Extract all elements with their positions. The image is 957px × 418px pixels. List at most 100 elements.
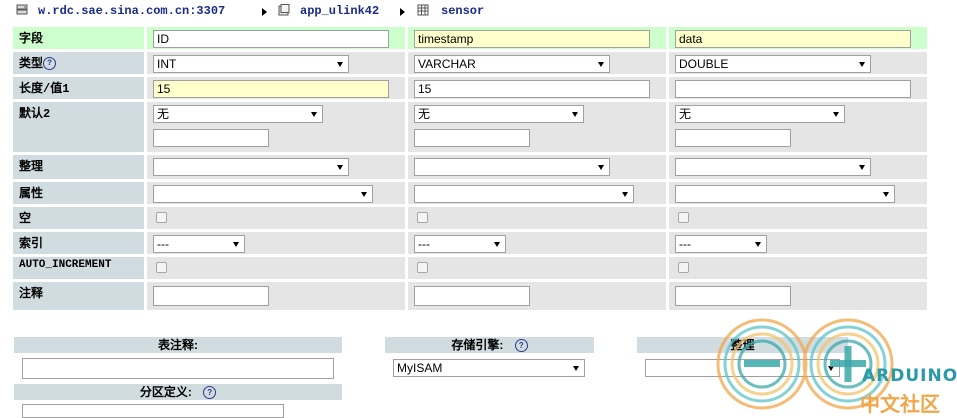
breadcrumb-separator-icon — [400, 8, 405, 16]
row-label-null: 空 — [13, 207, 147, 232]
row-auto-increment: AUTO_INCREMENT — [13, 257, 930, 282]
collation-select[interactable] — [153, 158, 349, 176]
chevron-down-icon — [859, 62, 865, 67]
type-select-value: DOUBLE — [679, 57, 729, 71]
breadcrumb: w.rdc.sae.sina.com.cn:3307 app_ulink42 s… — [0, 0, 957, 24]
chevron-down-icon — [573, 366, 579, 371]
storage-engine-select[interactable]: MyISAM — [393, 359, 585, 377]
chevron-down-icon — [622, 192, 628, 197]
type-select-value: INT — [157, 57, 177, 71]
auto-increment-checkbox[interactable] — [678, 262, 689, 273]
attributes-select[interactable] — [153, 185, 373, 203]
help-icon[interactable]: ? — [43, 57, 57, 71]
chevron-down-icon — [361, 192, 367, 197]
table-comment-input[interactable] — [22, 358, 334, 379]
default-value-input[interactable] — [675, 129, 791, 147]
chevron-down-icon — [859, 165, 865, 170]
row-attributes: 属性 — [13, 182, 930, 207]
default-select-value: 无 — [679, 107, 692, 121]
chevron-down-icon — [833, 112, 839, 117]
type-select-value: VARCHAR — [418, 57, 476, 71]
database-icon — [278, 4, 290, 16]
field-name-input[interactable]: timestamp — [414, 30, 650, 48]
attributes-select[interactable] — [414, 185, 634, 203]
breadcrumb-table[interactable]: sensor — [441, 4, 484, 18]
null-checkbox[interactable] — [417, 212, 428, 223]
row-label-type: 类型? — [13, 52, 147, 77]
row-label-text: 类型 — [19, 57, 44, 71]
partition-input[interactable] — [22, 404, 284, 418]
arduino-watermark: ARDUINO 中文社区 — [700, 312, 957, 416]
storage-engine-header: 存储引擎: ? — [385, 337, 594, 353]
field-name-input[interactable]: data — [675, 30, 911, 48]
type-select[interactable]: VARCHAR — [414, 55, 610, 73]
chevron-down-icon — [494, 242, 500, 247]
length-input[interactable]: 15 — [414, 80, 650, 98]
row-field-name: 字段 ID timestamp data — [13, 27, 930, 52]
watermark-text-line2: 中文社区 — [860, 392, 940, 416]
row-collation: 整理 — [13, 155, 930, 182]
watermark-text-line1: ARDUINO — [862, 366, 957, 386]
index-select-value: --- — [157, 237, 169, 251]
row-label-index: 索引 — [13, 232, 147, 257]
row-type: 类型? INT VARCHAR DOUBLE — [13, 52, 930, 77]
server-icon — [16, 4, 28, 15]
chevron-down-icon — [755, 242, 761, 247]
table-comment-label: 表注释: — [14, 337, 342, 353]
default-select[interactable]: 无 — [675, 105, 845, 123]
chevron-down-icon — [883, 192, 889, 197]
row-label-auto-increment: AUTO_INCREMENT — [13, 257, 147, 282]
partition-label: 分区定义: — [139, 385, 192, 399]
attributes-select[interactable] — [675, 185, 895, 203]
type-select[interactable]: INT — [153, 55, 349, 73]
chevron-down-icon — [598, 62, 604, 67]
collation-select[interactable] — [414, 158, 610, 176]
auto-increment-checkbox[interactable] — [417, 262, 428, 273]
null-checkbox[interactable] — [678, 212, 689, 223]
row-label-collation: 整理 — [13, 155, 147, 182]
index-select-value: --- — [418, 237, 430, 251]
row-default: 默认2 无 无 无 — [13, 102, 930, 155]
default-select-value: 无 — [418, 107, 431, 121]
storage-engine-value: MyISAM — [397, 361, 443, 375]
row-label-comment: 注释 — [13, 282, 147, 313]
null-checkbox[interactable] — [156, 212, 167, 223]
row-label-field: 字段 — [13, 27, 147, 52]
storage-engine-label: 存储引擎: — [451, 338, 504, 352]
chevron-down-icon — [337, 165, 343, 170]
auto-increment-checkbox[interactable] — [156, 262, 167, 273]
field-definition-table: 字段 ID timestamp data 类型? INT VARCHAR DOU… — [13, 27, 930, 313]
index-select[interactable]: --- — [153, 235, 245, 253]
chevron-down-icon — [572, 112, 578, 117]
row-index: 索引 --- --- --- — [13, 232, 930, 257]
length-input[interactable]: 15 — [153, 80, 389, 98]
row-comment: 注释 — [13, 282, 930, 313]
row-label-length: 长度/值1 — [13, 77, 147, 102]
row-label-attributes: 属性 — [13, 182, 147, 207]
field-name-input[interactable]: ID — [153, 30, 389, 48]
row-null: 空 — [13, 207, 930, 232]
default-value-input[interactable] — [153, 129, 269, 147]
table-icon — [417, 4, 429, 16]
row-label-default: 默认2 — [13, 102, 147, 155]
default-select[interactable]: 无 — [414, 105, 584, 123]
index-select[interactable]: --- — [675, 235, 767, 253]
default-value-input[interactable] — [414, 129, 530, 147]
collation-select[interactable] — [675, 158, 871, 176]
help-icon[interactable]: ? — [203, 386, 217, 400]
comment-input[interactable] — [414, 286, 530, 306]
index-select[interactable]: --- — [414, 235, 506, 253]
chevron-down-icon — [337, 62, 343, 67]
type-select[interactable]: DOUBLE — [675, 55, 871, 73]
breadcrumb-database[interactable]: app_ulink42 — [300, 4, 379, 18]
breadcrumb-server[interactable]: w.rdc.sae.sina.com.cn:3307 — [38, 4, 225, 18]
default-select[interactable]: 无 — [153, 105, 323, 123]
default-select-value: 无 — [157, 107, 170, 121]
partition-header: 分区定义: ? — [14, 384, 342, 400]
comment-input[interactable] — [675, 286, 791, 306]
length-input[interactable] — [675, 80, 911, 98]
row-length: 长度/值1 15 15 — [13, 77, 930, 102]
index-select-value: --- — [679, 237, 691, 251]
help-icon[interactable]: ? — [514, 339, 528, 353]
comment-input[interactable] — [153, 286, 269, 306]
